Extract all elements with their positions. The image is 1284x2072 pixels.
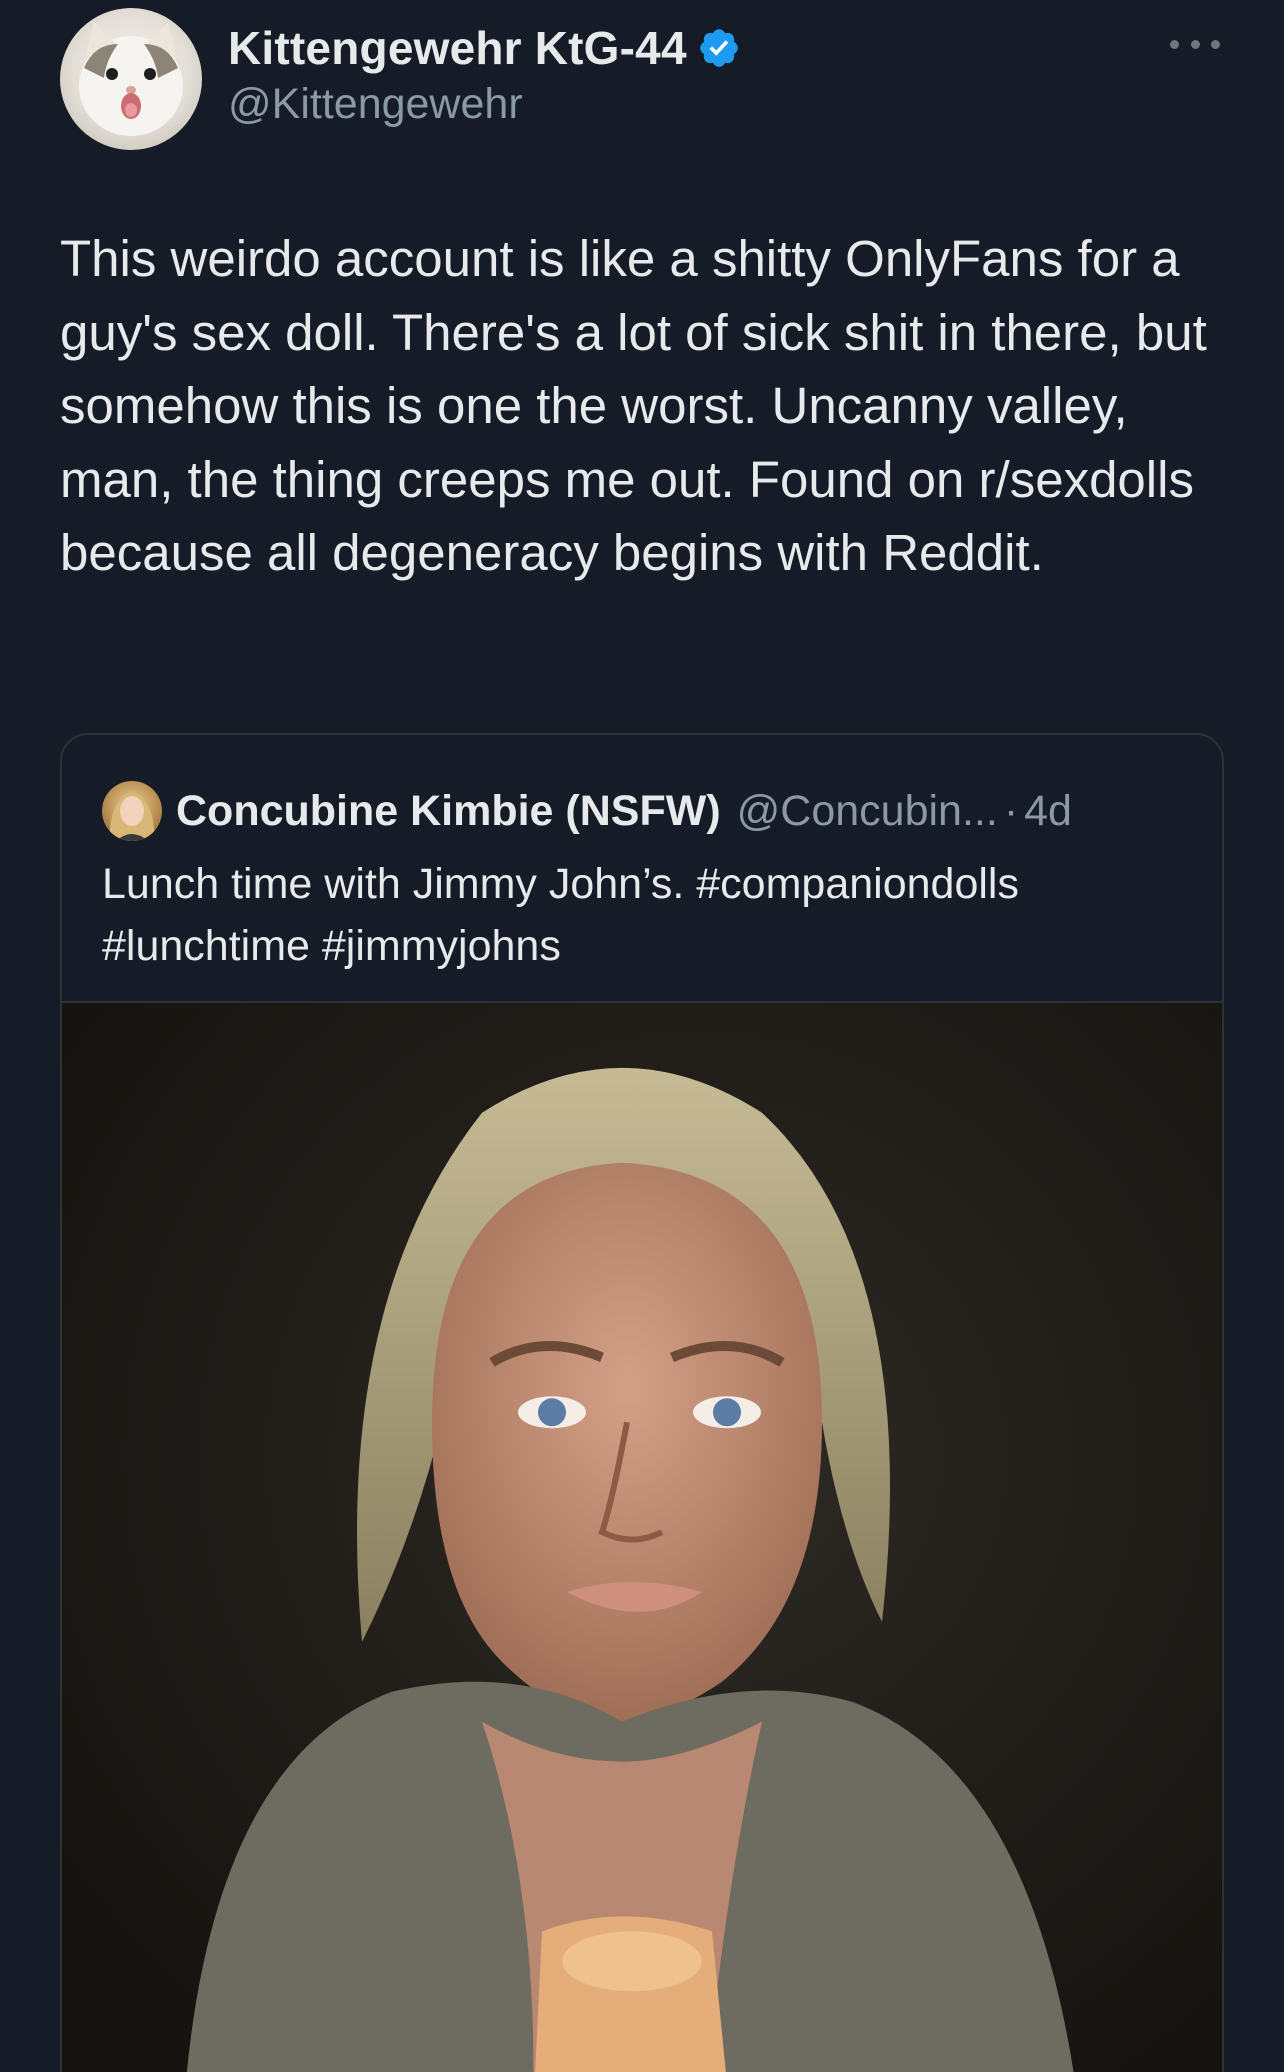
verified-badge-icon [699, 29, 738, 67]
dot-icon [1190, 39, 1200, 49]
quoted-timestamp[interactable]: 4d [1024, 787, 1072, 836]
doll-photo-icon[interactable] [62, 1001, 1222, 2072]
quoted-author-name[interactable]: Concubine Kimbie (NSFW) [176, 787, 721, 836]
tweet-text: This weirdo account is like a shitty Onl… [60, 230, 1221, 581]
quoted-tweet[interactable]: Concubine Kimbie (NSFW) @Concubin... · 4… [60, 733, 1224, 2072]
cat-avatar-icon[interactable] [60, 8, 202, 150]
quoted-author-handle[interactable]: @Concubin... [737, 787, 998, 836]
author-block[interactable]: Kittengewehr KtG-44 @Kittengewehr [228, 18, 741, 129]
author-name[interactable]: Kittengewehr KtG-44 [228, 21, 687, 75]
separator-dot: · [1003, 786, 1019, 835]
dot-icon [1211, 39, 1220, 49]
dot-icon [1170, 39, 1179, 49]
quoted-avatar[interactable] [102, 781, 162, 841]
more-options-button[interactable] [1170, 34, 1220, 54]
quoted-tweet-text: Lunch time with Jimmy John’s. #companion… [102, 860, 1019, 970]
author-handle[interactable]: @Kittengewehr [228, 80, 741, 129]
quoted-tweet-header: Concubine Kimbie (NSFW) @Concubin... · 4… [102, 781, 1072, 841]
tweet[interactable]: Kittengewehr KtG-44 @Kittengewehr This w… [0, 0, 1284, 2072]
